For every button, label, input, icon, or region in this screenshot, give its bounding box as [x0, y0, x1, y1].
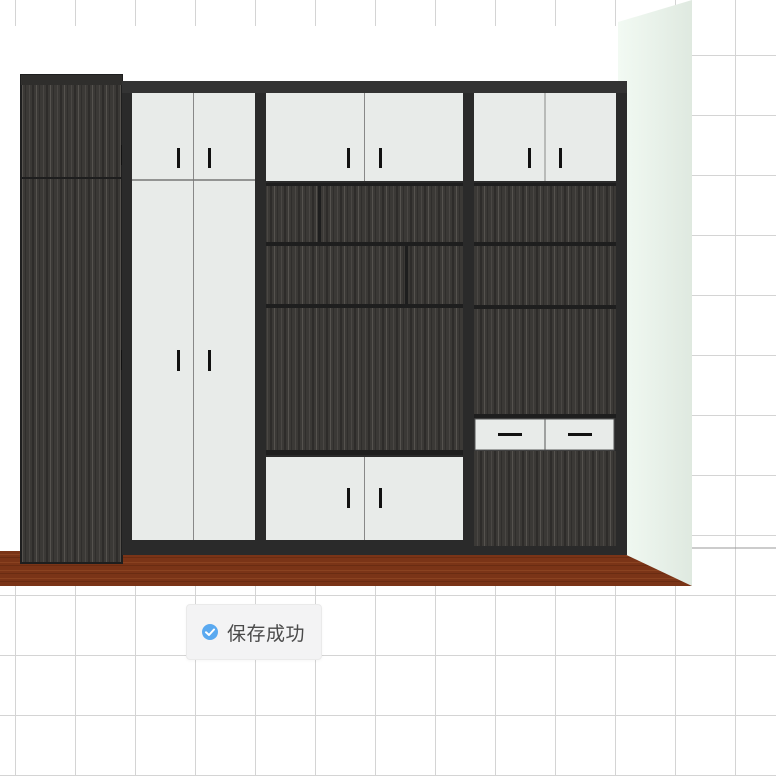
section-3-bottom: [474, 451, 616, 549]
toast-message: 保存成功: [227, 622, 306, 645]
room-render: [0, 0, 776, 586]
section-3-shelves: [474, 183, 616, 416]
design-canvas[interactable]: 保存成功: [0, 0, 776, 776]
section-2-shelves: [266, 183, 463, 453]
side-wall: [618, 0, 692, 586]
tall-cabinet: [20, 74, 123, 564]
save-success-toast: 保存成功: [186, 604, 322, 660]
check-circle-icon: [201, 623, 219, 641]
